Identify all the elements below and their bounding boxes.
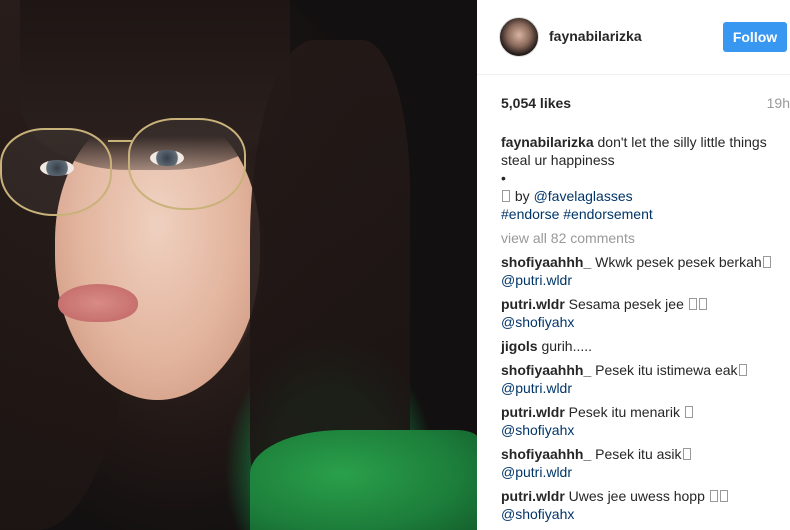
comment-item: putri.wldr Sesama pesek jee @shofiyahx	[501, 295, 786, 331]
caption: faynabilarizka don't let the silly littl…	[501, 133, 786, 223]
mention-link[interactable]: @shofiyahx	[501, 314, 574, 330]
caption-by: by	[514, 188, 530, 204]
follow-button[interactable]: Follow	[723, 22, 787, 52]
comment-item: shofiyaahhh_ Wkwk pesek pesek berkah @pu…	[501, 253, 786, 289]
comment-username[interactable]: shofiyaahhh_	[501, 254, 591, 270]
comment-item: shofiyaahhh_ Pesek itu istimewa eak @put…	[501, 361, 786, 397]
comment-username[interactable]: putri.wldr	[501, 296, 565, 312]
missing-glyph-icon	[709, 490, 718, 502]
mention-link[interactable]: @putri.wldr	[501, 380, 572, 396]
mention-link[interactable]: @favelaglasses	[534, 188, 633, 204]
view-all-comments-link[interactable]: view all 82 comments	[501, 229, 786, 247]
comment-item: jigols gurih.....	[501, 337, 786, 355]
comment-item: putri.wldr Pesek itu menarik @shofiyahx	[501, 403, 786, 439]
post-photo[interactable]	[0, 0, 477, 530]
missing-glyph-icon	[762, 256, 771, 268]
post-header: faynabilarizka Follow	[477, 0, 790, 75]
mention-link[interactable]: @shofiyahx	[501, 422, 574, 438]
photo-detail	[250, 430, 477, 530]
comment-username[interactable]: shofiyaahhh_	[501, 446, 591, 462]
comment-username[interactable]: putri.wldr	[501, 404, 565, 420]
comment-username[interactable]: jigols	[501, 338, 538, 354]
post-timestamp[interactable]: 19h	[767, 95, 790, 111]
post-username[interactable]: faynabilarizka	[549, 28, 642, 44]
comment-text: gurih.....	[541, 338, 593, 354]
mention-link[interactable]: @putri.wldr	[501, 464, 572, 480]
comment-item: putri.wldr Uwes jee uwess hopp @shofiyah…	[501, 487, 786, 523]
comment-text: Wkwk pesek pesek berkah	[595, 254, 762, 270]
mention-link[interactable]: @putri.wldr	[501, 272, 572, 288]
comments-list: faynabilarizka don't let the silly littl…	[501, 133, 786, 529]
comment-username[interactable]: shofiyaahhh_	[501, 362, 591, 378]
avatar[interactable]	[499, 17, 539, 57]
hashtags[interactable]: #endorse #endorsement	[501, 206, 653, 222]
caption-bullet: •	[501, 170, 506, 186]
mention-link[interactable]: @shofiyahx	[501, 506, 574, 522]
missing-glyph-icon	[502, 190, 510, 202]
comment-text: Pesek itu menarik	[568, 404, 680, 420]
photo-detail	[0, 128, 112, 216]
comment-username[interactable]: putri.wldr	[501, 488, 565, 504]
comment-text: Sesama pesek jee	[568, 296, 684, 312]
comment-text: Pesek itu istimewa eak	[595, 362, 738, 378]
missing-glyph-icon	[738, 364, 747, 376]
missing-glyph-icon	[719, 490, 728, 502]
photo-detail	[58, 284, 138, 322]
likes-count[interactable]: 5,054 likes	[501, 95, 571, 111]
photo-detail	[108, 140, 132, 142]
post-side-panel: faynabilarizka Follow 5,054 likes 19h fa…	[477, 0, 790, 530]
comment-text: Uwes jee uwess hopp	[568, 488, 705, 504]
missing-glyph-icon	[682, 448, 691, 460]
missing-glyph-icon	[698, 298, 707, 310]
comment-text: Pesek itu asik	[595, 446, 682, 462]
post-meta: 5,054 likes 19h	[501, 95, 790, 115]
missing-glyph-icon	[684, 406, 693, 418]
missing-glyph-icon	[688, 298, 697, 310]
photo-detail	[128, 118, 246, 210]
comment-item: shofiyaahhh_ Pesek itu asik @putri.wldr	[501, 445, 786, 481]
comment-username[interactable]: faynabilarizka	[501, 134, 594, 150]
